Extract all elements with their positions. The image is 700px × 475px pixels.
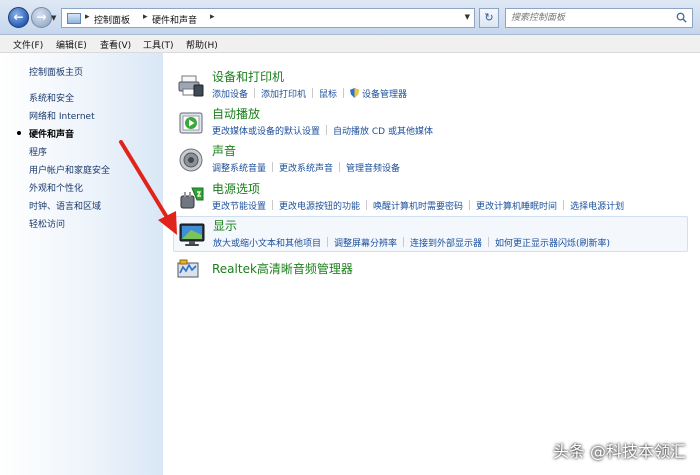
choose-power-plan-link[interactable]: 选择电源计划 xyxy=(570,202,624,212)
arrow-right-icon: → xyxy=(36,10,47,24)
search-box xyxy=(505,8,693,28)
chevron-right-icon[interactable]: ▸ xyxy=(85,12,90,22)
menu-edit[interactable]: 编辑(E) xyxy=(56,38,87,51)
sidebar-item-appearance[interactable]: 外观和个性化 xyxy=(29,181,83,194)
chevron-right-icon[interactable]: ▸ xyxy=(143,12,148,22)
menu-tools[interactable]: 工具(T) xyxy=(143,38,174,51)
forward-button[interactable]: → xyxy=(31,7,52,28)
sound-title[interactable]: 声音 xyxy=(212,142,236,159)
display-title[interactable]: 显示 xyxy=(213,217,237,234)
arrow-left-icon: ← xyxy=(13,10,24,24)
add-device-link[interactable]: 添加设备 xyxy=(212,90,248,100)
sidebar-item-clock-region[interactable]: 时钟、语言和区域 xyxy=(29,199,101,212)
add-printer-link[interactable]: 添加打印机 xyxy=(261,90,306,100)
section-devices-printers: 设备和打印机 添加设备 添加打印机 鼠标 设备管理器 xyxy=(173,68,688,104)
sidebar-item-network[interactable]: 网络和 Internet xyxy=(29,109,95,122)
address-box[interactable]: ▸ 控制面板 ▸ 硬件和声音 ▸ ▼ xyxy=(61,8,475,28)
link-divider xyxy=(326,125,328,135)
link-divider xyxy=(254,88,256,98)
link-divider xyxy=(488,237,490,247)
sidebar-home-link[interactable]: 控制面板主页 xyxy=(29,65,83,78)
wake-password-link[interactable]: 唤醒计算机时需要密码 xyxy=(373,202,463,212)
back-button[interactable]: ← xyxy=(8,7,29,28)
display-icon xyxy=(179,223,205,246)
menu-bar: 文件(F) 编辑(E) 查看(V) 工具(T) 帮助(H) xyxy=(0,35,700,53)
monitor-flicker-link[interactable]: 如何更正显示器闪烁(刷新率) xyxy=(495,239,610,249)
change-sounds-link[interactable]: 更改系统声音 xyxy=(279,164,333,174)
link-divider xyxy=(469,200,471,210)
link-divider xyxy=(563,200,565,210)
control-panel-icon xyxy=(67,13,81,24)
refresh-icon: ↻ xyxy=(484,11,494,24)
power-saving-settings-link[interactable]: 更改节能设置 xyxy=(212,202,266,212)
external-display-link[interactable]: 连接到外部显示器 xyxy=(410,239,482,249)
sidebar-item-ease-of-access[interactable]: 轻松访问 xyxy=(29,217,65,230)
text-size-link[interactable]: 放大或缩小文本和其他项目 xyxy=(213,239,321,249)
manage-audio-devices-link[interactable]: 管理音频设备 xyxy=(346,164,400,174)
sidebar: 控制面板主页 系统和安全 网络和 Internet 硬件和声音 程序 用户帐户和… xyxy=(0,53,163,475)
search-input[interactable] xyxy=(506,9,666,27)
autoplay-title[interactable]: 自动播放 xyxy=(212,105,260,122)
breadcrumb-hardware-sound[interactable]: 硬件和声音 xyxy=(152,13,197,26)
sidebar-item-hardware-sound[interactable]: 硬件和声音 xyxy=(29,127,74,140)
sidebar-item-system-security[interactable]: 系统和安全 xyxy=(29,91,74,104)
section-autoplay: 自动播放 更改媒体或设备的默认设置 自动播放 CD 或其他媒体 xyxy=(173,105,688,141)
autoplay-cd-link[interactable]: 自动播放 CD 或其他媒体 xyxy=(333,127,433,137)
section-power-options: 电源选项 更改节能设置 更改电源按钮的功能 唤醒计算机时需要密码 更改计算机睡眠时间 选… xyxy=(173,180,688,216)
recent-pages-dropdown[interactable]: ▼ xyxy=(51,14,56,22)
sidebar-item-user-accounts[interactable]: 用户帐户和家庭安全 xyxy=(29,163,110,176)
chevron-down-icon[interactable]: ▼ xyxy=(465,13,470,21)
menu-help[interactable]: 帮助(H) xyxy=(186,38,218,51)
link-divider xyxy=(327,237,329,247)
section-realtek: Realtek高清晰音频管理器 xyxy=(173,257,688,281)
printer-icon xyxy=(178,75,204,97)
power-options-title[interactable]: 电源选项 xyxy=(212,180,260,197)
refresh-button[interactable]: ↻ xyxy=(479,8,499,28)
speaker-icon xyxy=(179,148,203,172)
devices-printers-title[interactable]: 设备和打印机 xyxy=(212,68,284,85)
search-icon[interactable] xyxy=(676,12,687,23)
adjust-volume-link[interactable]: 调整系统音量 xyxy=(212,164,266,174)
power-button-function-link[interactable]: 更改电源按钮的功能 xyxy=(279,202,360,212)
menu-view[interactable]: 查看(V) xyxy=(100,38,131,51)
link-divider xyxy=(343,88,345,98)
sleep-time-link[interactable]: 更改计算机睡眠时间 xyxy=(476,202,557,212)
section-display: 显示 放大或缩小文本和其他项目 调整屏幕分辨率 连接到外部显示器 如何更正显示器闪烁(… xyxy=(173,216,688,252)
realtek-title[interactable]: Realtek高清晰音频管理器 xyxy=(212,260,353,277)
main-content: 设备和打印机 添加设备 添加打印机 鼠标 设备管理器 自动播放 更改媒体或设备的默认设… xyxy=(163,53,700,475)
link-divider xyxy=(272,162,274,172)
uac-shield-icon xyxy=(350,88,360,98)
watermark: 头条 @科技本领汇 xyxy=(552,442,686,461)
mouse-link[interactable]: 鼠标 xyxy=(319,90,337,100)
link-divider xyxy=(272,200,274,210)
screen-resolution-link[interactable]: 调整屏幕分辨率 xyxy=(334,239,397,249)
current-item-bullet xyxy=(17,131,21,135)
autoplay-icon xyxy=(179,112,203,134)
link-divider xyxy=(403,237,405,247)
section-sound: 声音 调整系统音量 更改系统声音 管理音频设备 xyxy=(173,142,688,178)
breadcrumb-control-panel[interactable]: 控制面板 xyxy=(94,13,130,26)
menu-file[interactable]: 文件(F) xyxy=(13,38,43,51)
sidebar-item-programs[interactable]: 程序 xyxy=(29,145,47,158)
link-divider xyxy=(312,88,314,98)
link-divider xyxy=(366,200,368,210)
change-media-defaults-link[interactable]: 更改媒体或设备的默认设置 xyxy=(212,127,320,137)
realtek-icon xyxy=(177,259,199,278)
address-bar: ← → ▼ ▸ 控制面板 ▸ 硬件和声音 ▸ ▼ ↻ xyxy=(0,0,700,35)
link-divider xyxy=(339,162,341,172)
power-icon xyxy=(180,187,204,209)
chevron-right-icon[interactable]: ▸ xyxy=(210,12,215,22)
device-manager-link[interactable]: 设备管理器 xyxy=(362,90,407,100)
